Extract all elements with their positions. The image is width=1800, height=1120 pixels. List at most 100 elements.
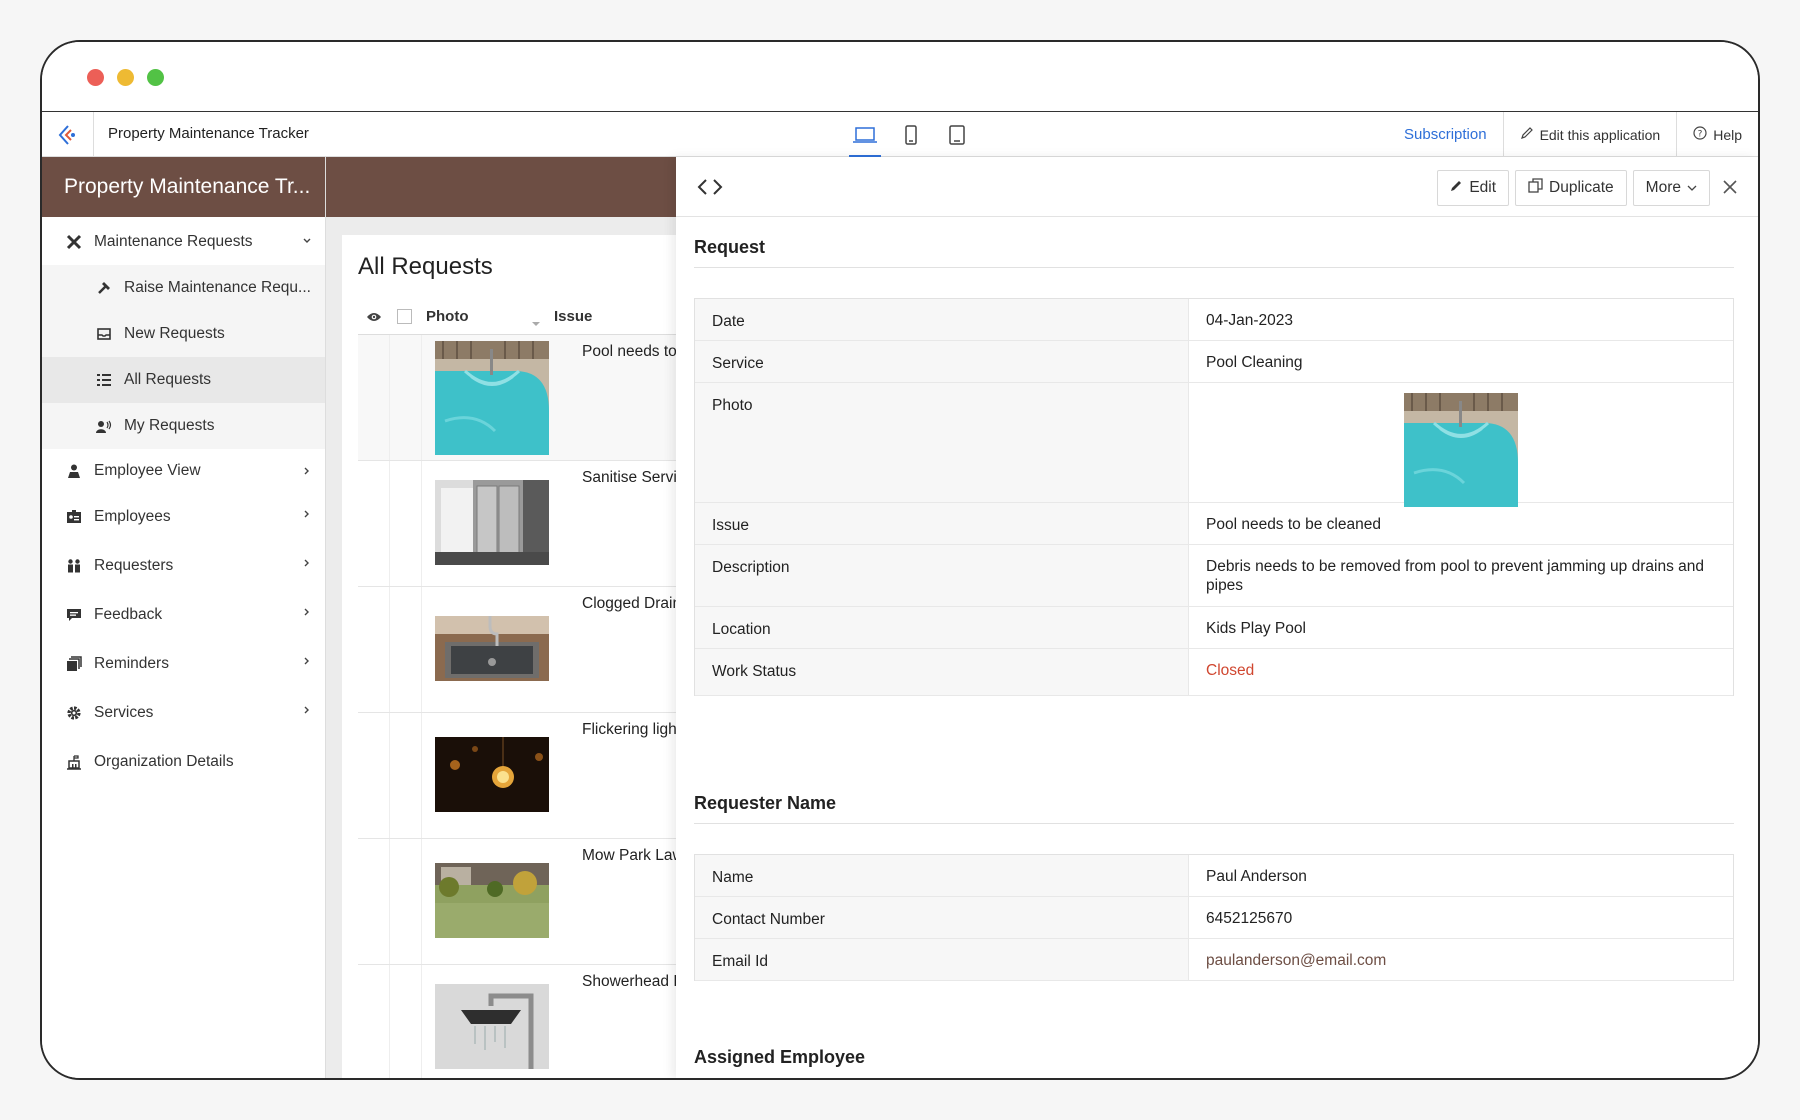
row-cell bbox=[358, 839, 390, 964]
svg-text:?: ? bbox=[1698, 130, 1703, 140]
field-label: Service bbox=[695, 341, 1189, 382]
table-row[interactable]: Flickering light bbox=[358, 713, 681, 839]
minimize-window-button[interactable] bbox=[117, 69, 134, 86]
field-value-photo bbox=[1189, 383, 1733, 507]
stack-icon bbox=[64, 654, 84, 674]
edit-application-button[interactable]: Edit this application bbox=[1502, 112, 1677, 157]
pencil-icon bbox=[1450, 179, 1463, 197]
sidebar-item-reminders[interactable]: Reminders bbox=[42, 639, 325, 688]
sidebar-item-services[interactable]: Services bbox=[42, 688, 325, 737]
field-label: Issue bbox=[695, 503, 1189, 544]
row-cell bbox=[390, 713, 422, 838]
field-value: Pool needs to be cleaned bbox=[1206, 516, 1381, 533]
sidebar-item-label: Requesters bbox=[94, 556, 174, 574]
sidebar-item-organization-details[interactable]: Organization Details bbox=[42, 737, 325, 786]
tools-icon bbox=[64, 232, 84, 252]
sidebar-item-maintenance-requests[interactable]: Maintenance Requests bbox=[42, 219, 325, 265]
mobile-view-icon[interactable] bbox=[888, 112, 934, 157]
sort-caret-icon[interactable] bbox=[531, 314, 541, 331]
section-divider bbox=[694, 267, 1734, 268]
help-button[interactable]: ? Help bbox=[1676, 112, 1758, 157]
topbar-actions: Subscription Edit this application ? Hel… bbox=[1388, 112, 1758, 157]
sidebar: Property Maintenance Tr... Maintenance R… bbox=[42, 157, 326, 1078]
field-value: Kids Play Pool bbox=[1206, 620, 1306, 637]
more-button[interactable]: More bbox=[1632, 170, 1710, 206]
section-title-assigned-employee: Assigned Employee bbox=[694, 1047, 866, 1067]
column-header-photo[interactable]: Photo bbox=[426, 308, 469, 325]
app-logo-icon[interactable] bbox=[42, 112, 94, 157]
maximize-window-button[interactable] bbox=[147, 69, 164, 86]
sidebar-item-employees[interactable]: Employees bbox=[42, 492, 325, 541]
sidebar-item-label: Maintenance Requests bbox=[94, 233, 253, 250]
section-title-request: Request bbox=[694, 237, 766, 257]
app-topbar: Property Maintenance Tracker Subscriptio… bbox=[42, 112, 1758, 157]
gear-icon bbox=[64, 703, 84, 723]
field-label: Work Status bbox=[695, 649, 1189, 695]
edit-label: Edit bbox=[1469, 179, 1497, 196]
inbox-icon bbox=[94, 324, 114, 344]
field-row: Name Paul Anderson bbox=[695, 855, 1733, 897]
table-row[interactable]: Clogged Drain bbox=[358, 587, 681, 713]
sidebar-item-my-requests[interactable]: My Requests bbox=[42, 403, 325, 449]
table-row[interactable]: Showerhead Blocked bbox=[358, 965, 729, 1078]
field-label: Description bbox=[695, 545, 1189, 606]
header-band bbox=[326, 157, 676, 217]
duplicate-label: Duplicate bbox=[1549, 179, 1614, 196]
building-icon bbox=[64, 752, 84, 772]
sidebar-item-employee-view[interactable]: Employee View bbox=[42, 449, 325, 492]
email-link[interactable]: paulanderson@email.com bbox=[1189, 939, 1733, 980]
sidebar-item-label: Services bbox=[94, 703, 154, 721]
row-cell bbox=[358, 335, 390, 460]
field-row: Location Kids Play Pool bbox=[695, 607, 1733, 649]
report-area: All Requests Photo Issue Pool needs to b… bbox=[326, 217, 757, 1078]
sidebar-item-new-requests[interactable]: New Requests bbox=[42, 311, 325, 357]
sidebar-item-label: Feedback bbox=[94, 605, 163, 623]
field-row: Contact Number 6452125670 bbox=[695, 897, 1733, 939]
field-row: Photo bbox=[695, 383, 1733, 507]
duplicate-button[interactable]: Duplicate bbox=[1515, 170, 1627, 206]
eye-icon[interactable] bbox=[366, 310, 382, 327]
chevron-down-icon bbox=[301, 234, 313, 252]
requester-fields-table: Name Paul Anderson Contact Number 645212… bbox=[694, 854, 1734, 981]
table-header: Photo Issue bbox=[358, 301, 676, 335]
field-row: Work Status Closed bbox=[695, 649, 1733, 696]
sidebar-item-all-requests[interactable]: All Requests bbox=[42, 357, 325, 403]
table-row[interactable]: Sanitise Service lift bbox=[358, 461, 713, 587]
tablet-view-icon[interactable] bbox=[934, 112, 980, 157]
window-titlebar bbox=[42, 42, 1758, 112]
detail-toolbar: Edit Duplicate More bbox=[676, 157, 1758, 217]
field-label: Photo bbox=[695, 383, 1189, 502]
field-row: Email Id paulanderson@email.com bbox=[695, 939, 1733, 981]
sidebar-item-raise-maintenance-request[interactable]: Raise Maintenance Requ... bbox=[42, 265, 325, 311]
table-row[interactable]: Pool needs to be cleaned bbox=[358, 335, 757, 461]
laptop-view-icon[interactable] bbox=[842, 112, 888, 157]
showerhead-photo bbox=[435, 984, 549, 1069]
field-label: Name bbox=[695, 855, 1189, 896]
close-window-button[interactable] bbox=[87, 69, 104, 86]
close-icon[interactable] bbox=[1722, 179, 1738, 200]
row-cell bbox=[358, 587, 390, 712]
report-card: All Requests Photo Issue Pool needs to b… bbox=[342, 235, 757, 1078]
edit-button[interactable]: Edit bbox=[1437, 170, 1510, 206]
chevron-right-icon bbox=[301, 556, 313, 574]
sidebar-item-requesters[interactable]: Requesters bbox=[42, 541, 325, 590]
sidebar-item-label: Organization Details bbox=[94, 752, 234, 770]
chevron-right-icon bbox=[301, 464, 313, 482]
app-window: Property Maintenance Tracker Subscriptio… bbox=[40, 40, 1760, 1080]
row-issue: Flickering light bbox=[582, 721, 682, 738]
select-all-checkbox[interactable] bbox=[397, 309, 412, 324]
detail-actions: Edit Duplicate More bbox=[1437, 170, 1710, 206]
pool-photo[interactable] bbox=[1404, 393, 1518, 507]
field-value: Debris needs to be removed from pool to … bbox=[1206, 558, 1704, 594]
people-icon bbox=[64, 556, 84, 576]
more-label: More bbox=[1645, 179, 1681, 196]
table-row[interactable]: Mow Park Lawn bbox=[358, 839, 692, 965]
row-issue: Clogged Drain bbox=[582, 595, 682, 612]
column-header-issue[interactable]: Issue bbox=[554, 308, 592, 325]
sidebar-item-feedback[interactable]: Feedback bbox=[42, 590, 325, 639]
question-circle-icon: ? bbox=[1693, 126, 1707, 143]
subscription-link[interactable]: Subscription bbox=[1388, 112, 1503, 157]
sidebar-nav: Maintenance Requests Raise Maintenance R… bbox=[42, 217, 325, 786]
user-icon bbox=[64, 461, 84, 481]
prev-next-record-icon[interactable] bbox=[696, 177, 724, 202]
